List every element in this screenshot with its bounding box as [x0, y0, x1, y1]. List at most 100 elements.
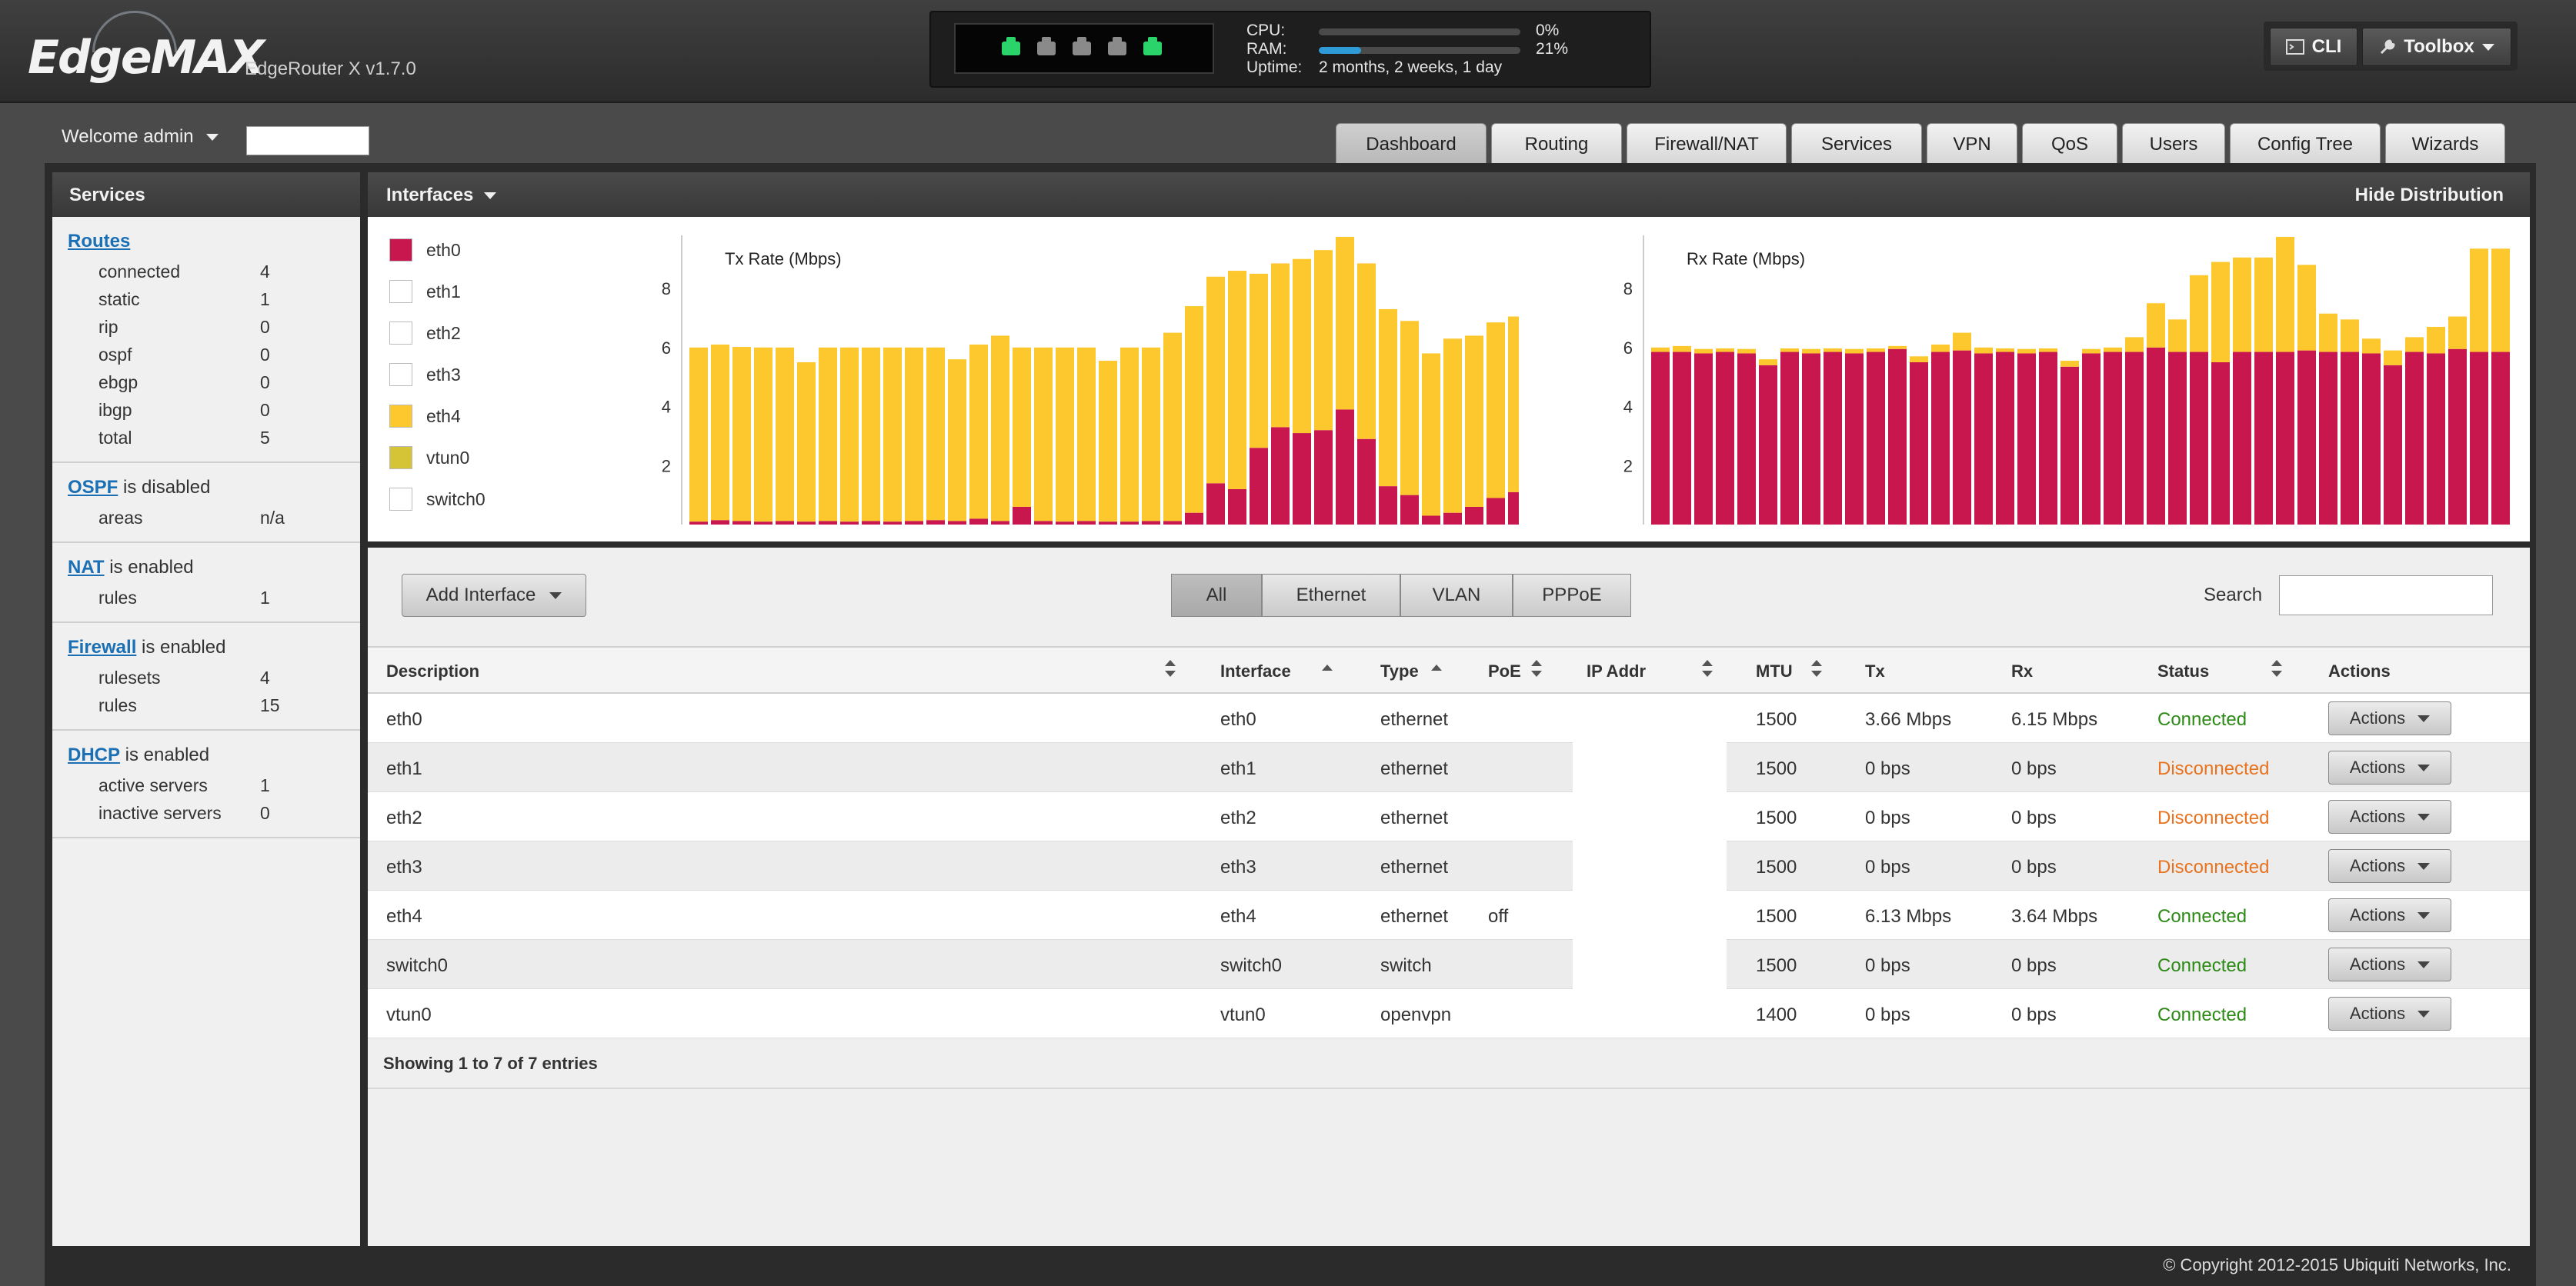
- actions-label: Actions: [2349, 758, 2406, 777]
- tab-vpn[interactable]: VPN: [1927, 123, 2017, 165]
- sort-icon[interactable]: [1165, 660, 1176, 680]
- nat-link[interactable]: NAT: [68, 557, 105, 578]
- welcome-user-menu[interactable]: Welcome admin: [62, 126, 219, 148]
- bar-eth4: [2405, 337, 2424, 352]
- col-status[interactable]: Status: [2157, 661, 2209, 681]
- sort-icon[interactable]: [1531, 660, 1542, 680]
- stat-name: ibgp: [98, 400, 132, 420]
- firewall-section: Firewall is enabled rulesets 4 rules 15: [52, 623, 360, 731]
- legend-item-eth0[interactable]: eth0: [389, 234, 543, 265]
- bar-eth0: [1651, 351, 1670, 525]
- col-rx[interactable]: Rx: [2011, 661, 2033, 681]
- tab-firewall-nat[interactable]: Firewall/NAT: [1627, 123, 1787, 165]
- cell-interface: eth0: [1220, 709, 1256, 730]
- bar-eth4: [1824, 348, 1842, 352]
- cell-type: openvpn: [1380, 1004, 1452, 1025]
- legend-item-eth4[interactable]: eth4: [389, 400, 543, 431]
- legend-item-eth2[interactable]: eth2: [389, 317, 543, 348]
- user-input-box[interactable]: [246, 126, 369, 155]
- bar-eth4: [1443, 338, 1462, 513]
- cell-description: switch0: [386, 955, 449, 976]
- tab-wizards[interactable]: Wizards: [2385, 123, 2505, 165]
- bar-eth0: [1802, 353, 1820, 525]
- toolbox-button[interactable]: Toolbox: [2362, 28, 2511, 66]
- bar-eth4: [1780, 348, 1799, 352]
- bar-eth4: [2297, 265, 2316, 351]
- bar-eth4: [1996, 348, 2014, 352]
- row-actions-button[interactable]: Actions: [2328, 997, 2451, 1031]
- sort-asc-icon[interactable]: [1322, 665, 1333, 685]
- bar-eth4: [2125, 337, 2144, 352]
- interfaces-menu[interactable]: Interfaces: [386, 185, 497, 206]
- legend-item-eth1[interactable]: eth1: [389, 275, 543, 306]
- tab-qos[interactable]: QoS: [2022, 123, 2117, 165]
- legend-item-eth3[interactable]: eth3: [389, 358, 543, 389]
- sort-icon[interactable]: [1811, 660, 1822, 680]
- tab-users[interactable]: Users: [2122, 123, 2225, 165]
- col-tx[interactable]: Tx: [1865, 661, 1885, 681]
- firewall-link[interactable]: Firewall: [68, 637, 136, 658]
- sort-icon[interactable]: [1702, 660, 1713, 680]
- table-row: eth2 eth2 ethernet 1500 0 bps 0 bps Disconnect…: [368, 792, 2530, 841]
- bar-eth4: [2039, 348, 2057, 352]
- bar-eth0: [1120, 521, 1139, 525]
- add-interface-button[interactable]: Add Interface: [402, 574, 586, 617]
- cli-button[interactable]: CLI: [2270, 28, 2357, 66]
- bar-eth4: [1673, 345, 1691, 352]
- sort-asc-icon[interactable]: [1431, 665, 1442, 685]
- stat-name: rules: [98, 588, 137, 608]
- col-poe[interactable]: PoE: [1488, 661, 1521, 681]
- col-type[interactable]: Type: [1380, 661, 1419, 681]
- status-badge: Disconnected: [2157, 808, 2270, 828]
- routes-link[interactable]: Routes: [68, 231, 130, 252]
- tools-group: CLI Toolbox: [2264, 22, 2518, 71]
- tab-dashboard[interactable]: Dashboard: [1336, 123, 1487, 165]
- ospf-link[interactable]: OSPF: [68, 477, 118, 498]
- bar-eth0: [1888, 348, 1907, 525]
- legend-item-switch0[interactable]: switch0: [389, 483, 543, 514]
- row-actions-button[interactable]: Actions: [2328, 898, 2451, 932]
- cell-type: ethernet: [1380, 709, 1449, 730]
- row-actions-button[interactable]: Actions: [2328, 701, 2451, 735]
- tab-routing[interactable]: Routing: [1491, 123, 1622, 165]
- cell-mtu: 1500: [1756, 709, 1797, 730]
- filter-vlan[interactable]: VLAN: [1400, 574, 1513, 617]
- bar-eth4: [1845, 348, 1864, 354]
- sidebar-stat-row: ibgp 0: [52, 395, 360, 423]
- legend-item-vtun0[interactable]: vtun0: [389, 441, 543, 472]
- filter-all[interactable]: All: [1171, 574, 1262, 617]
- routes-title: Routes: [52, 231, 360, 252]
- bar-eth0: [1357, 438, 1376, 525]
- ospf-status: is disabled: [118, 477, 211, 498]
- status-badge: Connected: [2157, 955, 2247, 976]
- bar-eth0: [1974, 353, 1993, 525]
- sort-icon[interactable]: [2271, 660, 2282, 680]
- dhcp-link[interactable]: DHCP: [68, 745, 120, 765]
- row-actions-button[interactable]: Actions: [2328, 849, 2451, 883]
- tab-services[interactable]: Services: [1791, 123, 1922, 165]
- bar-eth0: [1996, 351, 2014, 525]
- entries-count: Showing 1 to 7 of 7 entries: [383, 1054, 598, 1073]
- bar-eth4: [2168, 319, 2187, 352]
- row-actions-button[interactable]: Actions: [2328, 751, 2451, 785]
- filter-ethernet[interactable]: Ethernet: [1262, 574, 1400, 617]
- search-input[interactable]: [2279, 575, 2493, 615]
- bar-eth4: [883, 347, 902, 522]
- ram-value: 21%: [1536, 40, 1569, 58]
- status-badge: Disconnected: [2157, 857, 2270, 878]
- tab-config-tree[interactable]: Config Tree: [2230, 123, 2381, 165]
- copyright-text: © Copyright 2012-2015 Ubiquiti Networks,…: [2163, 1255, 2511, 1274]
- bar-eth0: [689, 521, 708, 525]
- col-mtu[interactable]: MTU: [1756, 661, 1793, 681]
- col-description[interactable]: Description: [386, 661, 479, 681]
- col-interface[interactable]: Interface: [1220, 661, 1291, 681]
- filter-pppoe[interactable]: PPPoE: [1513, 574, 1631, 617]
- bar-eth0: [2362, 353, 2381, 525]
- hide-distribution-button[interactable]: Hide Distribution: [2355, 185, 2504, 206]
- row-actions-button[interactable]: Actions: [2328, 948, 2451, 981]
- row-actions-button[interactable]: Actions: [2328, 800, 2451, 834]
- cell-rx: 0 bps: [2011, 955, 2057, 976]
- cell-mtu: 1500: [1756, 808, 1797, 828]
- col-ip[interactable]: IP Addr: [1587, 661, 1646, 681]
- bar-eth0: [2039, 351, 2057, 525]
